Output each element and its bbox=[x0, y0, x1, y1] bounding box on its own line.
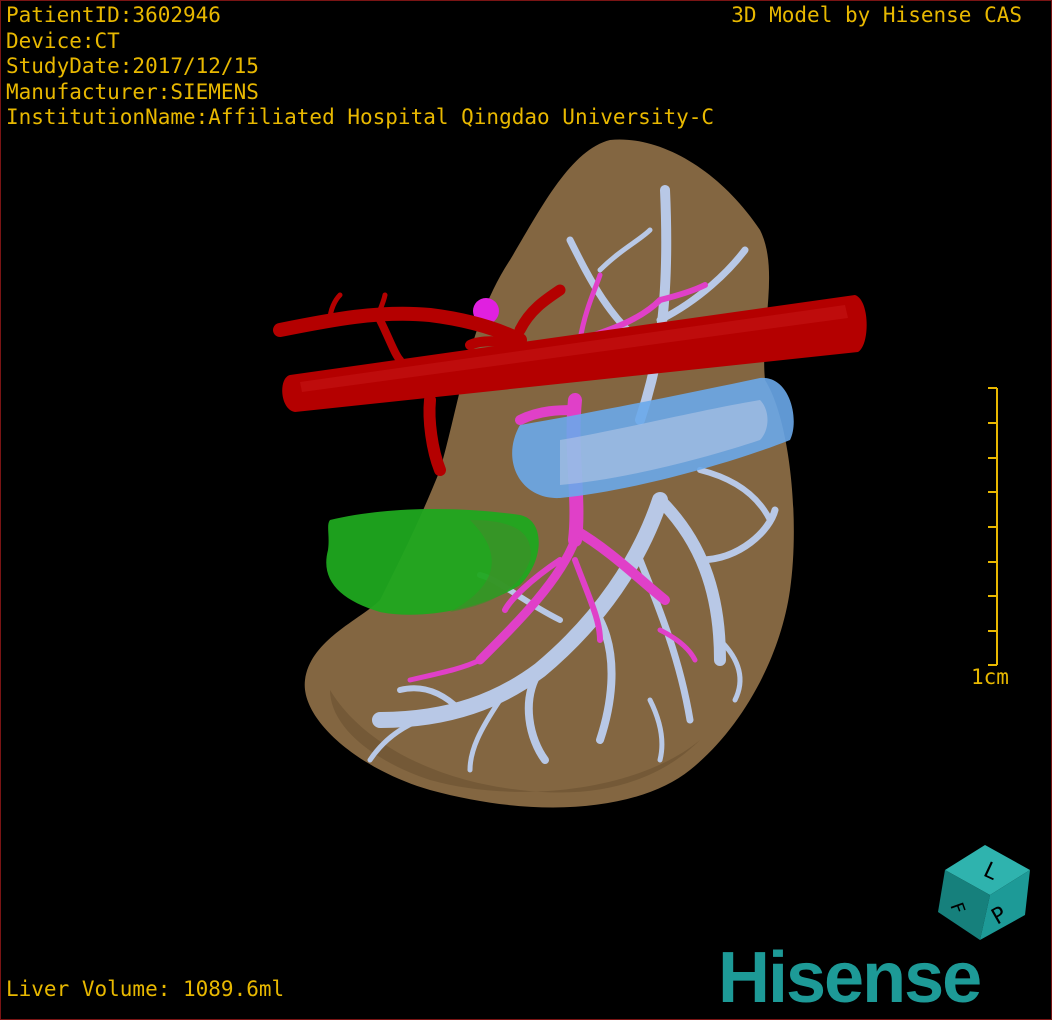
scale-bar bbox=[988, 387, 998, 666]
study-date: StudyDate:2017/12/15 bbox=[6, 54, 259, 78]
model-credit: 3D Model by Hisense CAS bbox=[731, 3, 1022, 27]
orientation-cube[interactable]: L P F bbox=[938, 845, 1030, 940]
manufacturer: Manufacturer:SIEMENS bbox=[6, 79, 259, 104]
device: Device:CT bbox=[6, 28, 120, 53]
institution-name: InstitutionName:Affiliated Hospital Qing… bbox=[6, 105, 715, 129]
liver-volume: Liver Volume: 1089.6ml bbox=[6, 977, 285, 1001]
hisense-logo: Hisense bbox=[718, 938, 982, 1018]
liver-3d-model[interactable]: L P F bbox=[0, 0, 1052, 1020]
patient-id: PatientID:3602946 bbox=[6, 3, 221, 27]
scale-bar-label: 1cm bbox=[971, 665, 1009, 689]
dicom-info-overlay: PatientID:3602946 Device:CT StudyDate:20… bbox=[6, 3, 714, 131]
